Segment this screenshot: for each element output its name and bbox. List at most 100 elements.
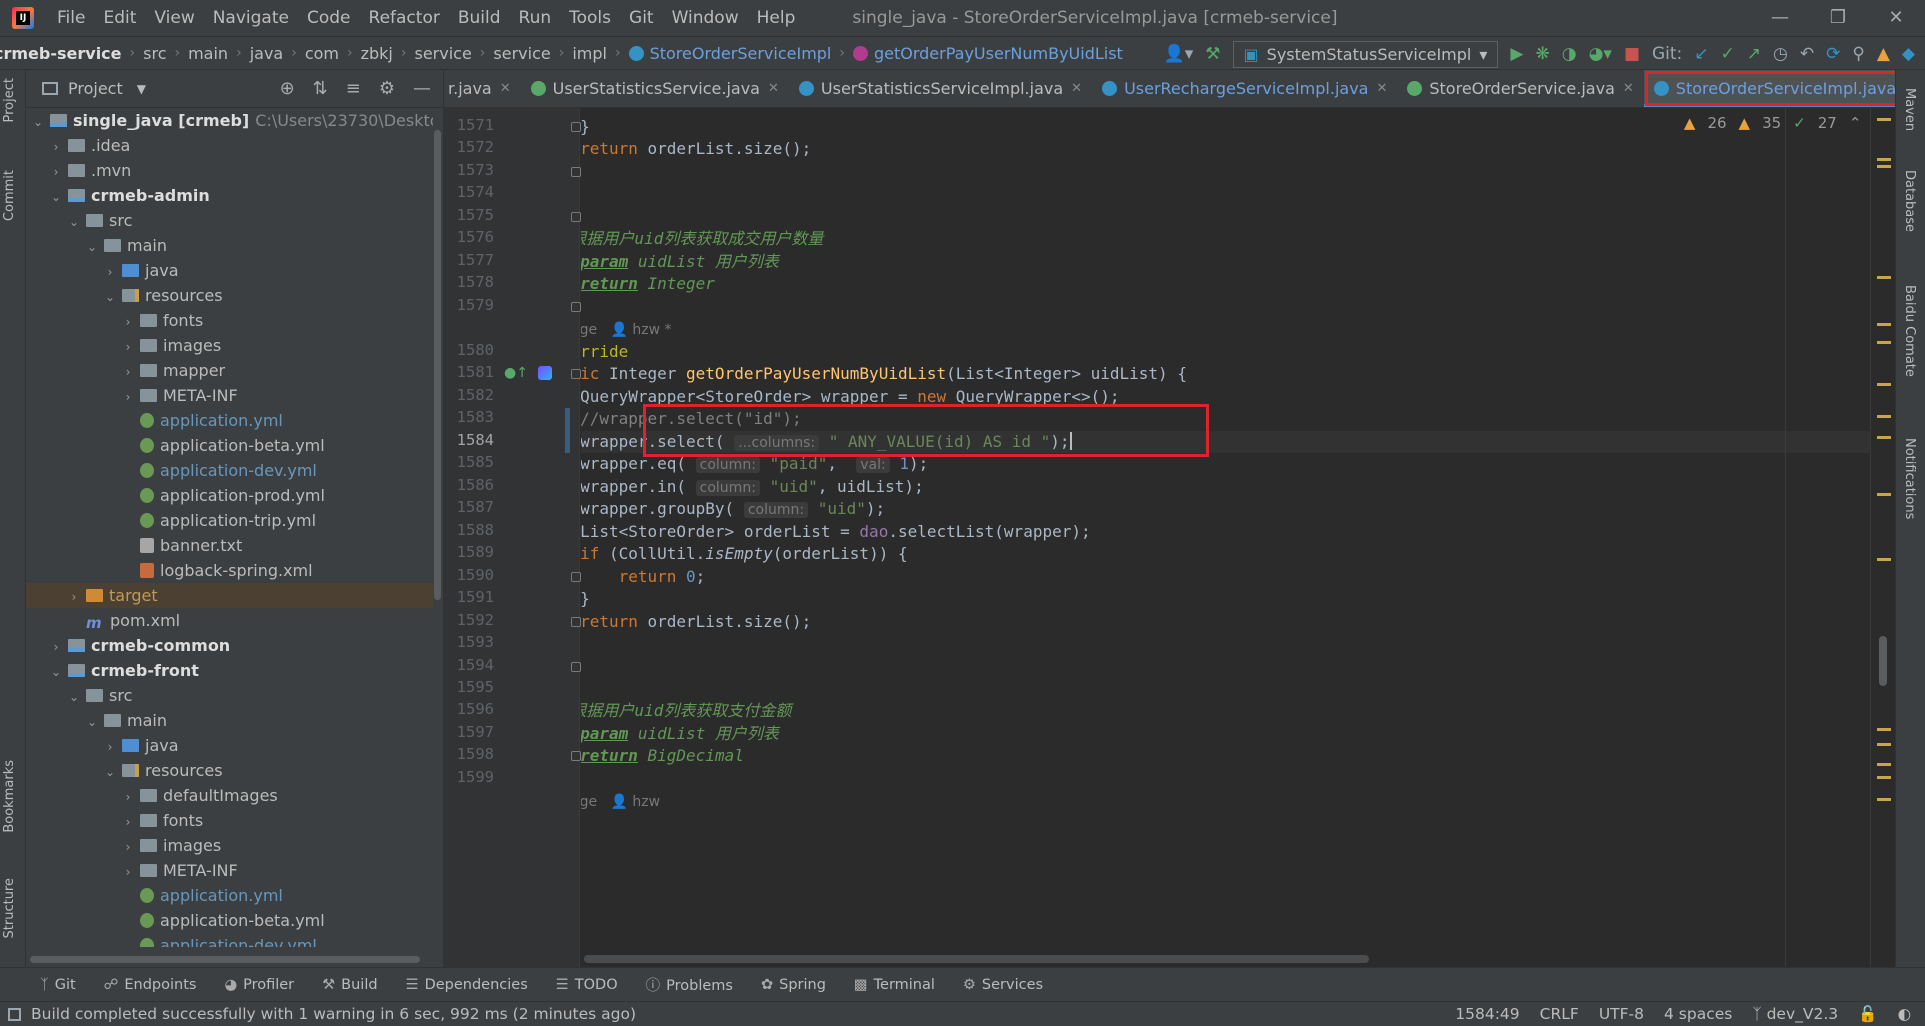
tool-tab-baidu-comate[interactable]: Baidu Comate (1902, 285, 1917, 377)
tree-item[interactable]: › java (26, 258, 433, 283)
error-stripe-mark[interactable] (1877, 436, 1891, 439)
tree-item[interactable]: application-beta.yml (26, 908, 433, 933)
menu-code[interactable]: Code (298, 0, 360, 36)
user-icon[interactable]: 👤▾ (1164, 44, 1194, 64)
code-editor[interactable]: ▲26 ▲35 ✓27 ⌃ ⌄ } return orderList.size(… (581, 108, 1894, 967)
tree-item[interactable]: › META-INF (26, 858, 433, 883)
editor-scrollbar[interactable] (1870, 108, 1894, 967)
tree-item[interactable]: logback-spring.xml (26, 558, 433, 583)
tool-tab-bookmarks[interactable]: Bookmarks (2, 760, 17, 833)
tool-git[interactable]: ᛉ Git (40, 977, 76, 993)
close-icon[interactable]: ✕ (500, 81, 511, 96)
chevron-down-icon[interactable]: ⌄ (84, 710, 100, 735)
menu-view[interactable]: View (145, 0, 203, 36)
tool-tab-database[interactable]: Database (1902, 170, 1917, 232)
tool-tab-maven[interactable]: Maven (1902, 88, 1917, 131)
tab-store-order-service[interactable]: StoreOrderService.java ✕ (1397, 70, 1643, 107)
file-encoding[interactable]: UTF-8 (1599, 1005, 1644, 1023)
fold-marker-icon[interactable] (571, 661, 581, 672)
tool-profiler[interactable]: ◕ Profiler (224, 977, 294, 993)
menu-file[interactable]: File (48, 0, 94, 36)
tree-item[interactable]: ⌄ single_java [crmeb] C:\Users\23730\Deskt… (26, 108, 433, 133)
build-hammer-icon[interactable]: ⚒ (1205, 44, 1220, 64)
tree-item[interactable]: application-dev.yml (26, 458, 433, 483)
error-stripe-mark[interactable] (1877, 558, 1891, 561)
chevron-down-icon[interactable]: ⌄ (48, 185, 64, 210)
tree-item[interactable]: ⌄ resources (26, 758, 433, 783)
tree-item[interactable]: › java (26, 733, 433, 758)
tree-item[interactable]: › images (26, 333, 433, 358)
fold-marker-icon[interactable] (571, 122, 581, 132)
tree-item[interactable]: application-prod.yml (26, 483, 433, 508)
error-stripe-mark[interactable] (1877, 323, 1891, 326)
tool-terminal[interactable]: ▩ Terminal (854, 977, 935, 993)
tree-item[interactable]: application-dev.yml (26, 933, 433, 947)
chevron-down-icon[interactable]: ⌄ (84, 235, 100, 260)
breadcrumb-impl[interactable]: impl (572, 44, 607, 63)
breadcrumb-java[interactable]: java (250, 44, 284, 63)
tool-services[interactable]: ⚙ Services (963, 977, 1043, 993)
implements-method-icon[interactable]: ●↑ (504, 365, 528, 381)
tree-item[interactable]: ⌄ crmeb-admin (26, 183, 433, 208)
tree-item[interactable]: ⌄ src (26, 208, 433, 233)
tree-item[interactable]: application.yml (26, 408, 433, 433)
tool-problems[interactable]: ⓘ Problems (646, 974, 733, 995)
history-icon[interactable]: ◷ (1773, 44, 1788, 64)
collapse-all-icon[interactable]: ≡ (346, 78, 361, 99)
chevron-right-icon[interactable]: › (120, 310, 136, 335)
debug-icon[interactable]: ❋ (1535, 44, 1549, 64)
chevron-down-icon[interactable]: ⌄ (66, 685, 82, 710)
fold-marker-icon[interactable] (571, 166, 581, 177)
tree-item[interactable]: › mapper (26, 358, 433, 383)
error-stripe-mark[interactable] (1877, 383, 1891, 386)
search-icon[interactable]: ⚲ (1852, 44, 1864, 64)
chevron-right-icon[interactable]: › (120, 810, 136, 835)
chevron-right-icon[interactable]: › (120, 385, 136, 410)
breadcrumb-com[interactable]: com (305, 44, 339, 63)
expand-all-icon[interactable]: ⇅ (313, 78, 328, 99)
coverage-icon[interactable]: ◑ (1562, 44, 1577, 64)
tool-tab-notifications[interactable]: Notifications (1902, 438, 1917, 519)
comate-icon[interactable] (538, 366, 552, 381)
error-stripe-mark[interactable] (1877, 763, 1891, 766)
chevron-up-icon[interactable]: ⌃ (1849, 114, 1862, 132)
tree-item[interactable]: › defaultImages (26, 783, 433, 808)
tool-spring[interactable]: ✿ Spring (761, 977, 826, 993)
chevron-right-icon[interactable]: › (120, 335, 136, 360)
tree-item[interactable]: ⌄ resources (26, 283, 433, 308)
caret-position[interactable]: 1584:49 (1455, 1005, 1519, 1023)
error-stripe-mark[interactable] (1877, 415, 1891, 418)
tree-item[interactable]: › .idea (26, 133, 433, 158)
editor-horizontal-scrollbar[interactable] (584, 955, 1369, 963)
menu-refactor[interactable]: Refactor (360, 0, 449, 36)
chevron-right-icon[interactable]: › (48, 160, 64, 185)
fold-marker-icon[interactable] (571, 211, 581, 222)
tree-item[interactable]: › images (26, 833, 433, 858)
tree-item[interactable]: › .mvn (26, 158, 433, 183)
tree-item[interactable]: ⌄ main (26, 233, 433, 258)
error-stripe-mark[interactable] (1877, 276, 1891, 279)
minimize-icon[interactable]: — (1751, 0, 1809, 36)
plugin-icon[interactable]: ⟳ (1826, 44, 1840, 64)
update-icon[interactable]: ▲ (1877, 44, 1890, 64)
status-message[interactable]: Build completed successfully with 1 warn… (31, 1005, 636, 1023)
chevron-down-icon[interactable]: ⌄ (102, 760, 118, 785)
menu-tools[interactable]: Tools (560, 0, 620, 36)
tree-item[interactable]: ⌄ crmeb-front (26, 658, 433, 683)
menu-navigate[interactable]: Navigate (204, 0, 298, 36)
fold-marker-icon[interactable] (571, 571, 581, 582)
error-stripe-mark[interactable] (1877, 165, 1891, 168)
breadcrumb-main[interactable]: main (188, 44, 228, 63)
breadcrumb-src[interactable]: src (143, 44, 166, 63)
indent-setting[interactable]: 4 spaces (1664, 1005, 1732, 1023)
breadcrumb-service[interactable]: service (414, 44, 471, 63)
chevron-down-icon[interactable]: ⌄ (66, 210, 82, 235)
fold-marker-icon[interactable] (571, 616, 581, 627)
restore-icon[interactable]: ❐ (1809, 0, 1867, 36)
chevron-right-icon[interactable]: › (48, 135, 64, 160)
menu-build[interactable]: Build (449, 0, 510, 36)
breadcrumb-zbkj[interactable]: zbkj (361, 44, 393, 63)
error-stripe-mark[interactable] (1877, 341, 1891, 344)
tree-item[interactable]: › target (26, 583, 433, 608)
hide-icon[interactable]: — (413, 78, 431, 99)
